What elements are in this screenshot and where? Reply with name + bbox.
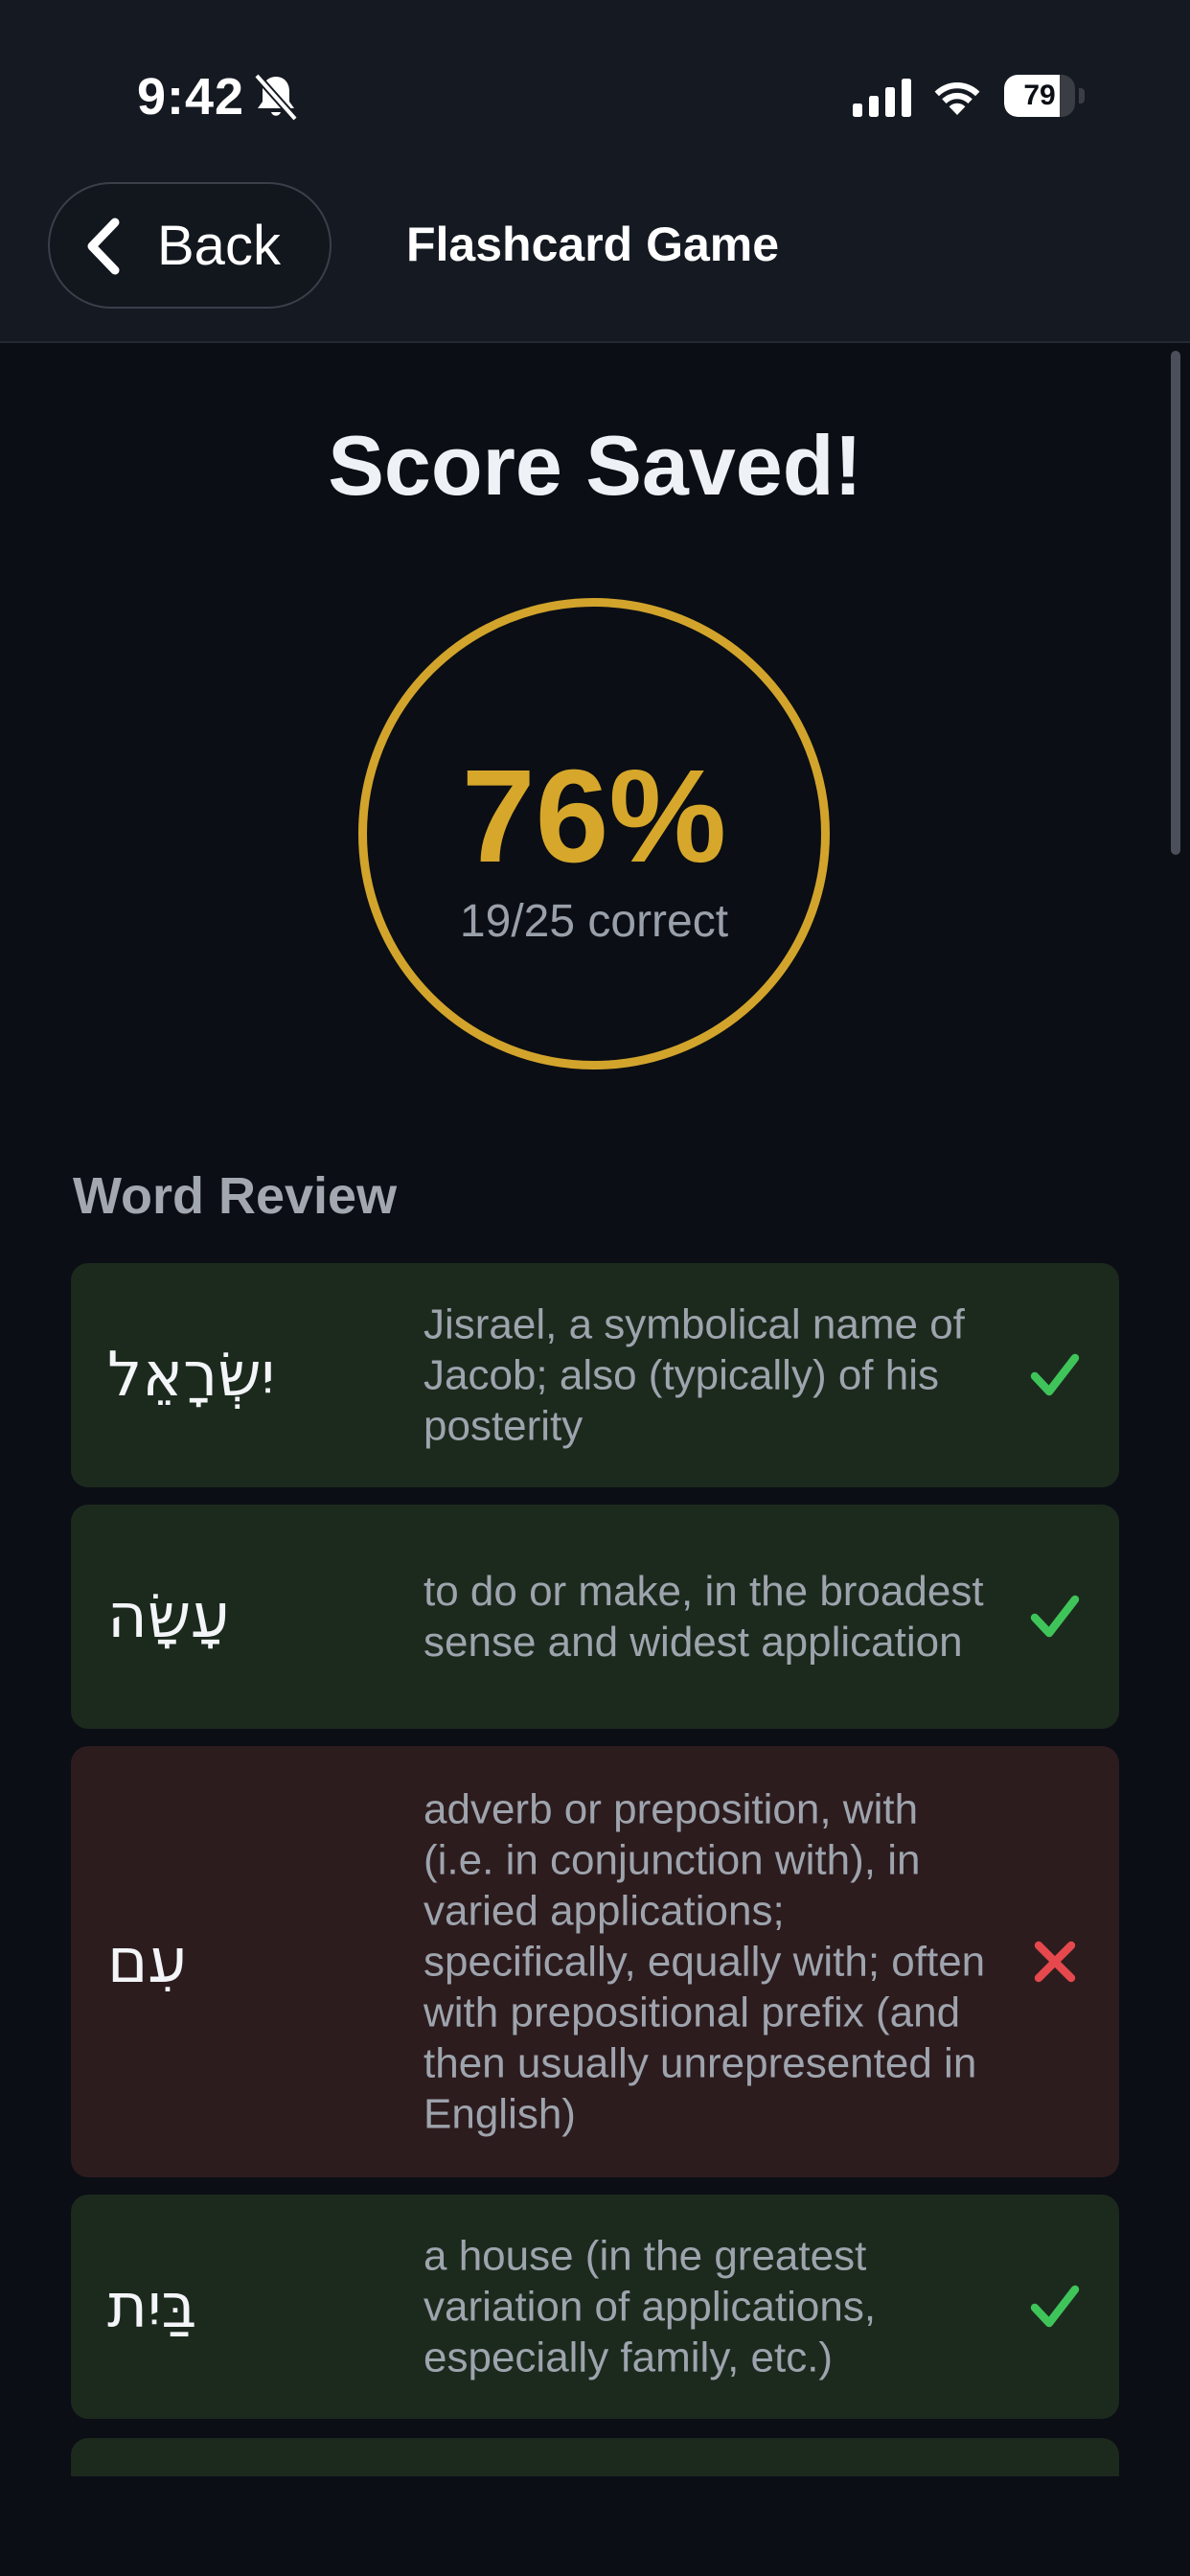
word-definition: to do or make, in the broadest sense and… [423,1568,984,1666]
chevron-left-icon [87,218,120,275]
battery-percent: 79 [1023,80,1056,111]
word-review-heading: Word Review [73,1167,398,1225]
word-definition: adverb or preposition, with (i.e. in con… [423,1785,986,2138]
review-card: עִם adverb or preposition, with (i.e. in… [71,1746,1119,2177]
review-card: עָשָׂה to do or make, in the broadest se… [71,1505,1119,1729]
review-card-partial [71,2438,1119,2476]
score-ring: 76% 19/25 correct [358,598,830,1070]
top-bar: 9:42 79 Back Flashcard Game [0,0,1190,343]
hebrew-word: בַּיִת [107,2271,197,2342]
back-label: Back [157,215,281,277]
word-definition: a house (in the greatest variation of ap… [423,2232,877,2381]
review-card: יִשְׂרָאֵל Jisrael, a symbolical name of… [71,1263,1119,1487]
hebrew-word: עָשָׂה [107,1581,230,1652]
score-correct-count: 19/25 correct [459,896,729,947]
hebrew-word: עִם [107,1926,188,1997]
checkmark-icon [1030,1353,1080,1396]
score-saved-heading: Score Saved! [328,418,862,513]
checkmark-icon [1030,1595,1080,1638]
battery-indicator: 79 [1004,75,1085,117]
word-definition: Jisrael, a symbolical name of Jacob; als… [423,1300,965,1450]
score-percent: 76% [461,743,727,890]
status-time: 9:42 [137,68,245,126]
page-title: Flashcard Game [406,218,780,271]
cellular-signal-icon [853,79,911,117]
review-card: בַּיִת a house (in the greatest variatio… [71,2195,1119,2419]
hebrew-word: יִשְׂרָאֵל [107,1340,275,1411]
back-button[interactable]: Back [48,182,332,309]
wifi-icon [934,81,980,115]
cross-icon [1034,1941,1076,1983]
checkmark-icon [1030,2285,1080,2328]
bell-slash-icon [254,73,298,122]
